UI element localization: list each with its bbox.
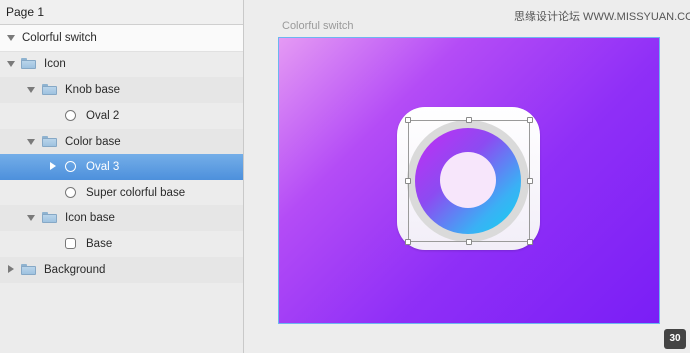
layer-label: Icon <box>44 58 66 70</box>
folder-icon <box>42 84 57 95</box>
layer-row-color-base[interactable]: Color base <box>0 129 243 155</box>
resize-handle-top[interactable] <box>466 117 472 123</box>
layer-label: Background <box>44 264 106 276</box>
resize-handle-left[interactable] <box>405 178 411 184</box>
oval-icon <box>65 161 76 172</box>
disclosure-triangle-icon[interactable] <box>7 61 15 67</box>
selection-box <box>408 120 530 242</box>
layer-label: Colorful switch <box>22 32 97 44</box>
layer-label: Oval 3 <box>86 161 120 173</box>
folder-icon <box>21 58 36 69</box>
disclosure-triangle-icon[interactable] <box>7 35 15 41</box>
layer-label: Icon base <box>65 212 115 224</box>
folder-icon <box>21 264 36 275</box>
layer-label: Color base <box>65 136 121 148</box>
folder-icon <box>42 212 57 223</box>
resize-handle-top-left[interactable] <box>405 117 411 123</box>
resize-handle-bottom-left[interactable] <box>405 239 411 245</box>
layer-label: Base <box>86 238 113 250</box>
layer-row-super-colorful-base[interactable]: Super colorful base <box>0 180 243 206</box>
zoom-badge: 30 <box>664 329 686 349</box>
layer-label: Oval 2 <box>86 110 120 122</box>
disclosure-triangle-icon[interactable] <box>27 215 35 221</box>
layer-row-base[interactable]: Base <box>0 231 243 257</box>
oval-icon <box>65 110 76 121</box>
folder-icon <box>42 136 57 147</box>
layer-row-icon[interactable]: Icon <box>0 51 243 77</box>
layer-label: Knob base <box>65 84 120 96</box>
layer-row-oval-2[interactable]: Oval 2 <box>0 103 243 129</box>
page-title[interactable]: Page 1 <box>0 0 243 25</box>
disclosure-triangle-icon[interactable] <box>27 139 35 145</box>
layer-row-oval-3[interactable]: Oval 3 <box>0 154 243 180</box>
watermark-text: 思缘设计论坛 WWW.MISSYUAN.COM <box>514 11 690 23</box>
disclosure-triangle-icon[interactable] <box>8 265 14 273</box>
rounded-rect-icon <box>65 238 76 249</box>
disclosure-triangle-icon[interactable] <box>50 162 56 170</box>
artboard-title[interactable]: Colorful switch <box>282 20 354 32</box>
resize-handle-bottom[interactable] <box>466 239 472 245</box>
layer-row-background[interactable]: Background <box>0 257 243 283</box>
oval-icon <box>65 187 76 198</box>
layer-row-icon-base[interactable]: Icon base <box>0 205 243 231</box>
disclosure-triangle-icon[interactable] <box>27 87 35 93</box>
layer-label: Super colorful base <box>86 187 186 199</box>
resize-handle-top-right[interactable] <box>527 117 533 123</box>
layers-panel: Page 1 Colorful switch Icon Knob base Ov… <box>0 0 244 353</box>
resize-handle-right[interactable] <box>527 178 533 184</box>
layer-row-knob-base[interactable]: Knob base <box>0 77 243 103</box>
layer-row-colorful-switch[interactable]: Colorful switch <box>0 25 243 52</box>
resize-handle-bottom-right[interactable] <box>527 239 533 245</box>
